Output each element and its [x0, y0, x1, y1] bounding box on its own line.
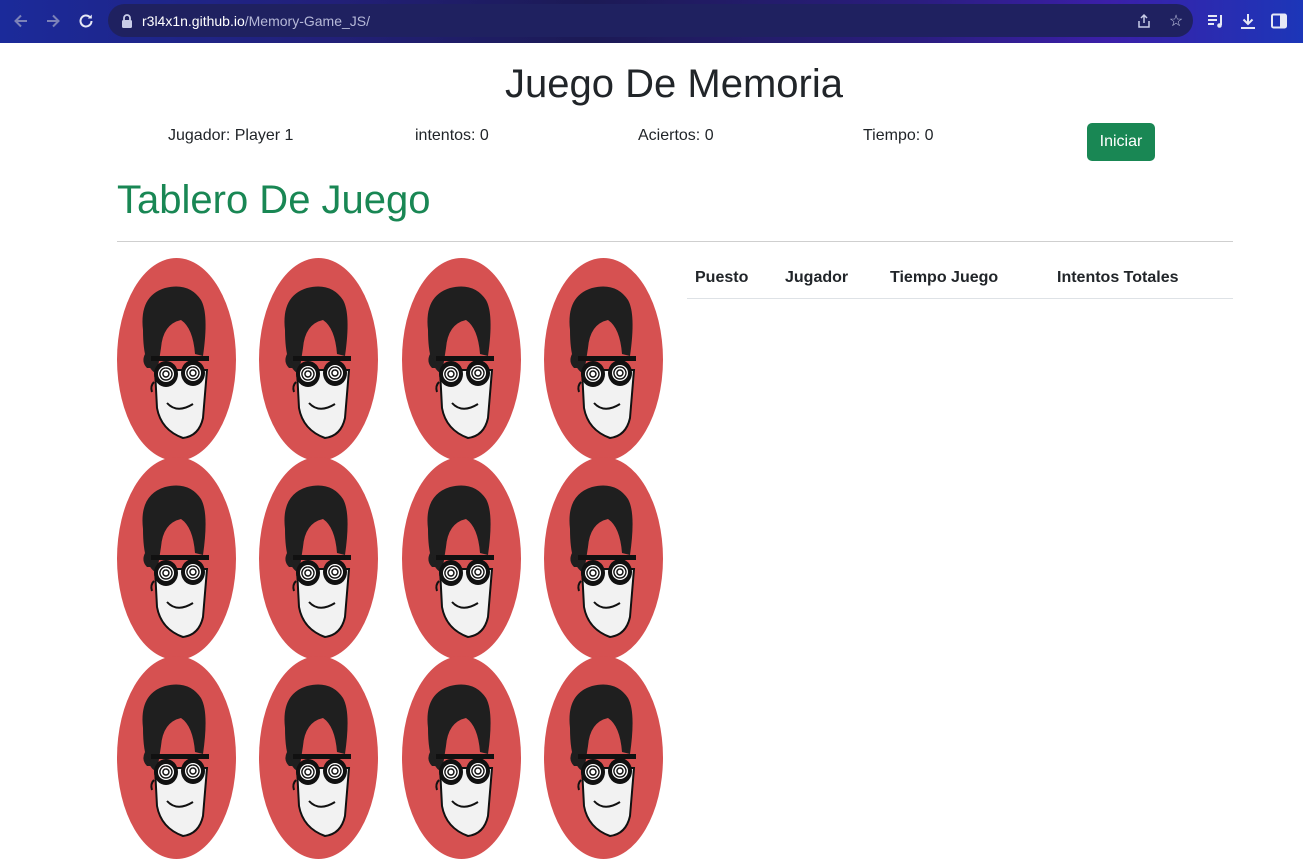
- memory-card[interactable]: [259, 656, 378, 859]
- memory-card[interactable]: [117, 656, 236, 859]
- memory-card[interactable]: [544, 656, 663, 859]
- face-with-spiral-glasses-icon: [427, 684, 494, 838]
- face-with-spiral-glasses-icon: [569, 684, 636, 838]
- address-bar[interactable]: r3l4x1n.github.io/Memory-Game_JS/ ☆: [108, 4, 1193, 37]
- memory-card[interactable]: [117, 258, 236, 461]
- share-icon[interactable]: [1134, 11, 1154, 31]
- forward-button[interactable]: [40, 8, 66, 34]
- header-intentos-totales: Intentos Totales: [1057, 269, 1179, 286]
- face-with-spiral-glasses-icon: [569, 286, 636, 440]
- lock-icon: [120, 13, 134, 28]
- hits-stat: Aciertos: 0: [638, 127, 714, 144]
- reading-list-icon[interactable]: [1205, 10, 1227, 32]
- arrow-right-icon: [47, 14, 60, 28]
- memory-card[interactable]: [402, 457, 521, 660]
- star-icon[interactable]: ☆: [1166, 11, 1186, 31]
- back-button[interactable]: [8, 8, 34, 34]
- face-with-spiral-glasses-icon: [284, 286, 351, 440]
- page-title: Juego De Memoria: [505, 62, 843, 106]
- reload-button[interactable]: [73, 8, 99, 34]
- download-icon[interactable]: [1237, 10, 1259, 32]
- face-with-spiral-glasses-icon: [142, 286, 209, 440]
- face-with-spiral-glasses-icon: [142, 684, 209, 838]
- header-puesto: Puesto: [695, 269, 749, 286]
- url-path: /Memory-Game_JS/: [244, 12, 370, 29]
- start-button[interactable]: Iniciar: [1087, 123, 1155, 161]
- reload-icon: [79, 14, 93, 28]
- memory-card[interactable]: [544, 258, 663, 461]
- memory-card[interactable]: [117, 457, 236, 660]
- face-with-spiral-glasses-icon: [142, 485, 209, 639]
- attempts-stat: intentos: 0: [415, 127, 489, 144]
- face-with-spiral-glasses-icon: [569, 485, 636, 639]
- memory-card[interactable]: [402, 258, 521, 461]
- url-text: r3l4x1n.github.io/Memory-Game_JS/: [142, 13, 370, 29]
- memory-card[interactable]: [259, 457, 378, 660]
- board-title: Tablero De Juego: [117, 178, 431, 222]
- url-host: r3l4x1n.github.io: [142, 12, 245, 29]
- header-jugador: Jugador: [785, 269, 849, 286]
- player-stat: Jugador: Player 1: [168, 127, 294, 144]
- divider: [117, 241, 1233, 242]
- memory-card[interactable]: [544, 457, 663, 660]
- time-stat: Tiempo: 0: [863, 127, 934, 144]
- scoreboard-table: Puesto Jugador Tiempo Juego Intentos Tot…: [687, 259, 1233, 299]
- browser-toolbar: r3l4x1n.github.io/Memory-Game_JS/ ☆: [0, 0, 1303, 43]
- face-with-spiral-glasses-icon: [284, 485, 351, 639]
- face-with-spiral-glasses-icon: [427, 485, 494, 639]
- memory-card[interactable]: [402, 656, 521, 859]
- header-tiempo-juego: Tiempo Juego: [890, 269, 999, 286]
- face-with-spiral-glasses-icon: [427, 286, 494, 440]
- arrow-left-icon: [14, 14, 27, 28]
- side-panel-icon[interactable]: [1268, 10, 1290, 32]
- memory-card[interactable]: [259, 258, 378, 461]
- face-with-spiral-glasses-icon: [284, 684, 351, 838]
